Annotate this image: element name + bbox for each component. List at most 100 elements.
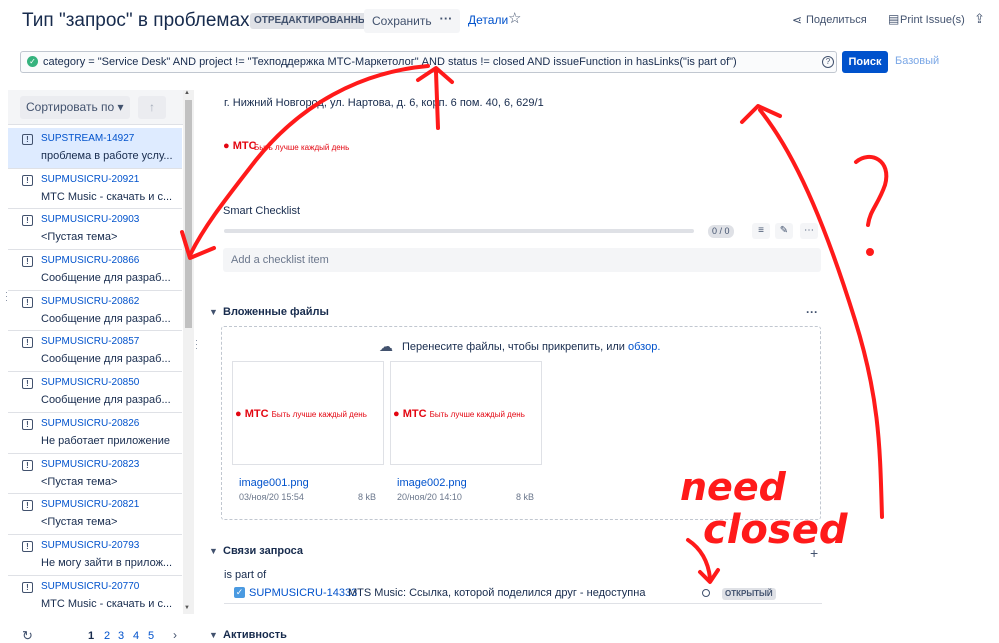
issue-type-icon: ! [22, 337, 33, 349]
page-header: Тип "запрос" в проблемах ОТРЕДАКТИРОВАНН… [0, 0, 999, 42]
dropzone-text: Перенесите файлы, чтобы прикрепить, или … [402, 341, 661, 353]
chevron-down-icon[interactable]: ▼ [209, 546, 218, 556]
attachment-thumbnail[interactable]: ● МТС Быть лучше каждый день [390, 361, 542, 465]
activity-title: Активность [223, 629, 287, 641]
list-item[interactable]: ! SUPMUSICRU-20826 Не работает приложение [8, 412, 182, 454]
list-item[interactable]: ! SUPMUSICRU-20823 <Пустая тема> [8, 453, 182, 495]
filter-icon[interactable]: ≡ [752, 223, 770, 239]
issue-key[interactable]: SUPMUSICRU-20826 [41, 418, 139, 429]
list-item[interactable]: ! SUPMUSICRU-20862 Сообщение для разраб... [8, 290, 182, 332]
issue-summary: <Пустая тема> [41, 231, 118, 244]
edited-badge: ОТРЕДАКТИРОВАННЫЙ [250, 13, 379, 29]
scroll-thumb[interactable] [185, 100, 192, 328]
checklist-progress-bar [224, 229, 694, 233]
issue-key[interactable]: SUPMUSICRU-20866 [41, 255, 139, 266]
attachment-size: 8 kB [516, 492, 535, 502]
export-icon[interactable]: ⇪ [974, 11, 985, 27]
page-1[interactable]: 1 [88, 630, 94, 642]
arrow-to-status [686, 538, 712, 580]
more-icon[interactable]: ⋯ [800, 223, 818, 239]
browse-link[interactable]: обзор. [628, 341, 660, 353]
arrowhead-status [698, 568, 720, 584]
share-icon[interactable]: ⋖ [792, 13, 802, 27]
linked-issue-summary[interactable]: MTS Music: Ссылка, которой поделился дру… [348, 587, 645, 599]
star-icon[interactable]: ☆ [508, 9, 521, 27]
chevron-down-icon[interactable]: ▼ [209, 307, 218, 317]
attachment-date: 20/ноя/20 14:10 [397, 492, 462, 502]
scroll-down-icon[interactable]: ▼ [184, 605, 190, 611]
issue-key[interactable]: SUPMUSICRU-20921 [41, 174, 139, 185]
save-button[interactable]: Сохранить [364, 9, 440, 33]
page-4[interactable]: 4 [133, 630, 139, 642]
issue-type-icon: ! [22, 296, 33, 308]
drag-handle-icon[interactable]: · · · [5, 288, 8, 305]
attachments-more-icon[interactable]: ··· [806, 305, 818, 319]
help-icon[interactable]: ? [822, 56, 834, 68]
chevron-down-icon[interactable]: ▼ [209, 630, 218, 640]
refresh-icon[interactable]: ↻ [22, 628, 33, 643]
attachment-size: 8 kB [358, 492, 377, 502]
resize-handle-icon[interactable]: · · · [195, 336, 198, 353]
basic-mode-link[interactable]: Базовый [895, 55, 939, 67]
jql-query-text[interactable]: category = "Service Desk" AND project !=… [43, 56, 737, 68]
page-2[interactable]: 2 [104, 630, 110, 642]
issue-type-icon: ! [22, 500, 33, 512]
page-5[interactable]: 5 [148, 630, 154, 642]
issue-type-icon: ✓ [234, 587, 245, 598]
jql-query-field[interactable]: ✓ category = "Service Desk" AND project … [20, 51, 837, 73]
add-link-icon[interactable]: + [810, 545, 818, 561]
priority-icon [702, 589, 710, 597]
attachment-file-name[interactable]: image001.png [239, 477, 309, 489]
upload-cloud-icon: ☁ [379, 338, 393, 354]
issue-key[interactable]: SUPMUSICRU-20903 [41, 214, 139, 225]
add-checklist-item-input[interactable]: Add a checklist item [223, 248, 821, 272]
issue-key[interactable]: SUPMUSICRU-20821 [41, 499, 139, 510]
list-item[interactable]: ! SUPMUSICRU-20857 Сообщение для разраб... [8, 331, 182, 373]
sort-by-button[interactable]: Сортировать по ▾ [20, 96, 130, 119]
next-page-icon[interactable]: › [173, 628, 177, 642]
issue-list-scrollbar[interactable]: ▲ ▼ [183, 90, 194, 614]
attachment-dropzone[interactable]: ☁ Перенесите файлы, чтобы прикрепить, ил… [221, 326, 821, 520]
print-issues-link[interactable]: Print Issue(s) [900, 14, 965, 26]
issue-type-icon: ! [22, 134, 33, 145]
attachment-file-name[interactable]: image002.png [397, 477, 467, 489]
issue-summary: проблема в работе услу... [41, 150, 173, 162]
list-item[interactable]: ! SUPMUSICRU-20921 МТС Music - скачать и с… [8, 168, 182, 210]
list-item[interactable]: ! SUPMUSICRU-20866 Сообщение для разраб... [8, 250, 182, 291]
issue-summary: <Пустая тема> [41, 516, 118, 529]
issue-type-icon: ! [22, 174, 33, 186]
more-button[interactable]: ··· [432, 9, 460, 33]
issue-type-icon: ! [22, 215, 33, 227]
issue-key[interactable]: SUPMUSICRU-20862 [41, 296, 139, 307]
list-item[interactable]: ! SUPSTREAM-14927 проблема в работе услу..… [8, 128, 182, 169]
issue-key[interactable]: SUPMUSICRU-20850 [41, 377, 139, 388]
page-3[interactable]: 3 [118, 630, 124, 642]
details-link[interactable]: Детали [468, 13, 508, 27]
list-item[interactable]: ! SUPMUSICRU-20850 Сообщение для разраб... [8, 372, 182, 413]
linked-issue-row[interactable]: ✓ SUPMUSICRU-14333 MTS Music: Ссылка, ко… [224, 584, 822, 604]
smart-checklist-title: Smart Checklist [223, 205, 301, 217]
arrow-to-list [188, 64, 430, 257]
scroll-up-icon[interactable]: ▲ [184, 90, 190, 96]
list-item[interactable]: ! SUPMUSICRU-20903 <Пустая тема> [8, 209, 182, 251]
share-link[interactable]: Поделиться [806, 14, 867, 26]
valid-check-icon: ✓ [27, 56, 38, 67]
attachment-thumbnail[interactable]: ● МТС Быть лучше каждый день [232, 361, 384, 465]
issue-key[interactable]: SUPMUSICRU-20857 [41, 336, 139, 347]
issue-summary: Сообщение для разраб... [41, 312, 171, 325]
issue-key[interactable]: SUPMUSICRU-20793 [41, 540, 139, 551]
issue-key[interactable]: SUPMUSICRU-20823 [41, 459, 139, 470]
sort-bar: Сортировать по ▾ ↑ [8, 90, 194, 125]
issue-key[interactable]: SUPSTREAM-14927 [41, 133, 134, 144]
mts-logo: ● МТС Быть лучше каждый день [393, 408, 525, 420]
search-button[interactable]: Поиск [842, 51, 888, 73]
print-icon[interactable]: ▤ [888, 12, 899, 26]
list-item[interactable]: ! SUPMUSICRU-20793 Не могу зайти в прилож.… [8, 534, 182, 576]
mts-logo: ● МТС Быть лучше каждый день [235, 408, 367, 420]
list-item[interactable]: ! SUPMUSICRU-20770 МТС Music - скачать и с… [8, 575, 182, 614]
list-item[interactable]: ! SUPMUSICRU-20821 <Пустая тема> [8, 494, 182, 535]
linked-issue-key[interactable]: SUPMUSICRU-14333 [249, 587, 357, 599]
issue-key[interactable]: SUPMUSICRU-20770 [41, 581, 139, 592]
sort-direction-icon[interactable]: ↑ [138, 96, 166, 119]
edit-icon[interactable]: ✎ [775, 223, 793, 239]
